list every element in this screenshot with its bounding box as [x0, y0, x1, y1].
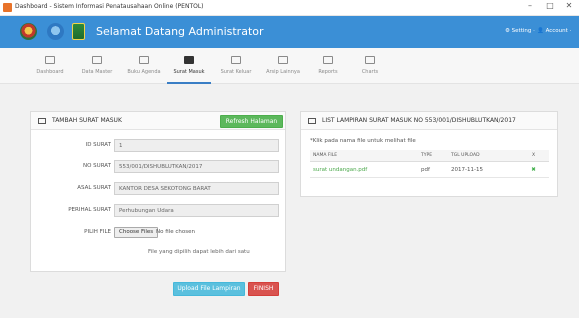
file-status-text: No file chosen — [156, 229, 195, 235]
column-header: X — [518, 150, 549, 162]
table-row: surat undangan.pdf pdf 2017-11-15 ✖ — [310, 161, 549, 178]
form-panel: TAMBAH SURAT MASUK Refresh Halaman ID SU… — [30, 111, 286, 272]
main-nav: Dashboard Data Master Buku Agenda Surat … — [0, 48, 579, 84]
field-label: ID SURAT — [85, 142, 111, 148]
field-row-asal: ASAL SURAT KANTOR DESA SEKOTONG BARAT — [31, 182, 281, 196]
field-label: PERIHAL SURAT — [68, 207, 111, 213]
window-titlebar: Dashboard - Sistem Informasi Penatausaha… — [0, 0, 579, 16]
minimize-button[interactable]: – — [523, 1, 537, 10]
list-panel-header: LIST LAMPIRAN SURAT MASUK NO 553/001/DIS… — [301, 112, 557, 130]
file-name-link[interactable]: surat undangan.pdf — [310, 161, 418, 178]
finish-button[interactable]: FINISH — [248, 282, 279, 296]
file-type-cell: pdf — [418, 161, 448, 178]
close-button[interactable]: ✕ — [562, 1, 576, 10]
column-header: NAMA FILE — [310, 150, 418, 162]
send-icon — [231, 56, 241, 64]
list-icon — [308, 118, 316, 124]
archive-icon — [278, 56, 288, 64]
list-icon — [38, 118, 46, 124]
field-label: PILIH FILE — [84, 229, 111, 235]
setting-menu[interactable]: ⚙ Setting · — [505, 28, 535, 34]
regency-logo-icon — [20, 23, 37, 40]
upload-date-cell: 2017-11-15 — [448, 161, 518, 178]
id-surat-input[interactable]: 1 — [114, 139, 279, 152]
nav-item-dashboard[interactable]: Dashboard — [30, 48, 70, 84]
delete-icon[interactable]: ✖ — [518, 161, 549, 178]
asal-surat-input[interactable]: KANTOR DESA SEKOTONG BARAT — [114, 182, 279, 195]
table-header-row: NAMA FILE TYPE TGL UPLOAD X — [310, 150, 549, 162]
file-hint-text: File yang dipilih dapat lebih dari satu — [148, 249, 250, 255]
copy-icon — [323, 56, 333, 64]
upload-file-button[interactable]: Upload File Lampiran — [173, 282, 245, 296]
nav-item-reports[interactable]: Reports — [310, 48, 346, 84]
department-logo-icon — [47, 23, 64, 40]
book-icon — [139, 56, 149, 64]
home-icon — [45, 56, 55, 64]
field-row-file: PILIH FILE Choose Files No file chosen — [31, 226, 281, 240]
field-label: NO SURAT — [82, 163, 111, 169]
nav-item-data-master[interactable]: Data Master — [76, 48, 118, 84]
list-note: *Klik pada nama file untuk melihat file — [310, 138, 416, 144]
nav-item-surat-keluar[interactable]: Surat Keluar — [214, 48, 258, 84]
choose-files-button[interactable]: Choose Files — [114, 227, 159, 238]
refresh-button[interactable]: Refresh Halaman — [220, 115, 283, 128]
field-row-no: NO SURAT 553/001/DISHUBLUTKAN/2017 — [31, 160, 281, 174]
nav-item-charts[interactable]: Charts — [352, 48, 388, 84]
form-panel-title: TAMBAH SURAT MASUK — [52, 117, 122, 124]
maximize-button[interactable]: □ — [543, 1, 557, 10]
table-icon — [92, 56, 102, 64]
perihal-surat-input[interactable]: Perhubungan Udara — [114, 204, 279, 217]
attachment-table: NAMA FILE TYPE TGL UPLOAD X surat undang… — [310, 150, 549, 178]
welcome-title: Selamat Datang Administrator — [96, 25, 264, 38]
field-row-perihal: PERIHAL SURAT Perhubungan Udara — [31, 204, 281, 218]
top-header: Selamat Datang Administrator ⚙ Setting ·… — [0, 16, 579, 48]
app-icon — [3, 3, 12, 12]
column-header: TGL UPLOAD — [448, 150, 518, 162]
nav-item-surat-masuk[interactable]: Surat Masuk — [167, 48, 211, 84]
list-panel-title: LIST LAMPIRAN SURAT MASUK NO 553/001/DIS… — [322, 117, 516, 124]
emblem-logo-icon — [72, 23, 85, 40]
attachment-list-panel: LIST LAMPIRAN SURAT MASUK NO 553/001/DIS… — [300, 111, 558, 197]
field-label: ASAL SURAT — [77, 185, 111, 191]
column-header: TYPE — [418, 150, 448, 162]
nav-item-arsip-lainnya[interactable]: Arsip Lainnya — [260, 48, 306, 84]
account-menu[interactable]: 👤 Account · — [537, 28, 571, 34]
envelope-icon — [184, 56, 194, 64]
no-surat-input[interactable]: 553/001/DISHUBLUTKAN/2017 — [114, 160, 279, 173]
window-title: Dashboard - Sistem Informasi Penatausaha… — [15, 3, 204, 10]
field-row-id: ID SURAT 1 — [31, 139, 281, 153]
nav-item-buku-agenda[interactable]: Buku Agenda — [122, 48, 166, 84]
chart-icon — [365, 56, 375, 64]
